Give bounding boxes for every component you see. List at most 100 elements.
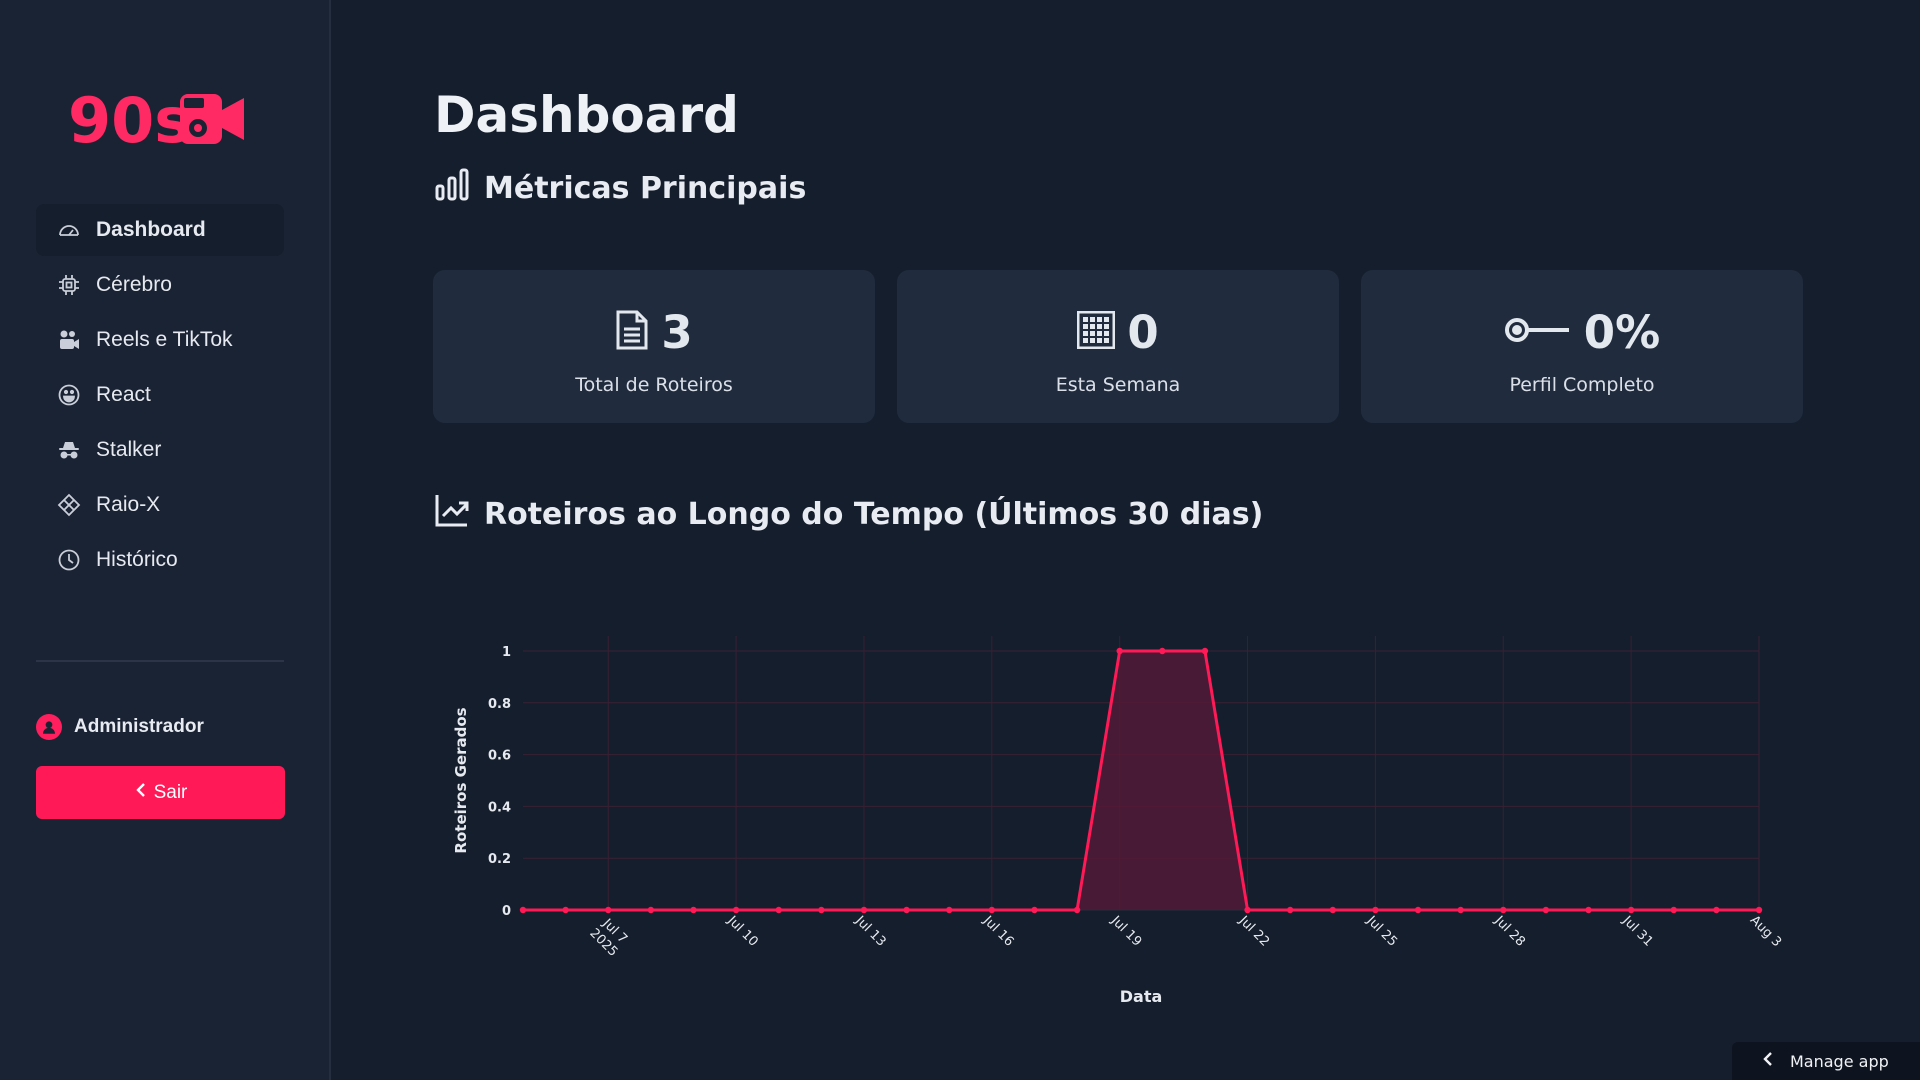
data-point — [1500, 906, 1507, 914]
data-point — [562, 906, 569, 914]
metric-card-total: 3 Total de Roteiros — [433, 270, 875, 423]
bar-chart-icon — [434, 166, 470, 210]
y-tick-label: 0.8 — [488, 697, 511, 712]
data-point — [1414, 906, 1422, 914]
data-point — [732, 906, 740, 914]
sidebar-item-label: React — [96, 383, 151, 406]
sidebar-item-historico[interactable]: Histórico — [36, 534, 284, 586]
x-tick-label: Aug 3 — [1747, 913, 1784, 950]
calendar-grid-icon — [1076, 310, 1116, 354]
sidebar-item-label: Histórico — [96, 548, 178, 571]
data-point — [1542, 906, 1550, 914]
person-circle-icon — [36, 714, 62, 740]
incognito-icon — [56, 437, 82, 463]
data-point — [1372, 906, 1379, 914]
manage-app-label: Manage app — [1790, 1051, 1889, 1071]
data-point — [775, 906, 782, 914]
sidebar-item-react[interactable]: React — [36, 369, 284, 421]
data-point — [1627, 906, 1635, 914]
data-point — [1585, 906, 1592, 914]
speedometer-icon — [56, 217, 82, 243]
sidebar-item-label: Dashboard — [96, 218, 206, 241]
metric-label: Perfil Completo — [1509, 374, 1655, 396]
y-tick-label: 1 — [502, 645, 511, 660]
x-axis-title: Data — [1120, 987, 1163, 1006]
data-point — [1116, 647, 1123, 655]
data-point — [1244, 906, 1251, 914]
x-tick-label: Jul 72025 — [586, 915, 631, 960]
sidebar-item-label: Raio-X — [96, 493, 161, 516]
camera-reels-icon — [56, 327, 82, 353]
metric-label: Total de Roteiros — [575, 374, 733, 396]
data-point — [1457, 906, 1464, 914]
sidebar-item-label: Cérebro — [96, 273, 172, 296]
metrics-title-text: Métricas Principais — [484, 170, 807, 206]
metrics-section-title: Métricas Principais — [434, 166, 806, 210]
y-axis-title: Roteiros Gerados — [452, 707, 470, 853]
metric-label: Esta Semana — [1055, 374, 1181, 396]
smiley-icon — [56, 382, 82, 408]
y-tick-label: 0.2 — [488, 852, 511, 867]
metric-value: 0 — [1127, 305, 1159, 359]
series-area — [523, 651, 1759, 910]
line-chart-icon — [434, 492, 470, 536]
data-point — [946, 906, 953, 914]
data-point — [1329, 906, 1336, 914]
data-point — [1755, 906, 1763, 914]
data-point — [1713, 906, 1720, 914]
chevron-left-icon — [1762, 1051, 1774, 1071]
document-icon — [615, 309, 649, 356]
y-tick-label: 0 — [502, 904, 511, 919]
user-name: Administrador — [74, 716, 204, 737]
scripts-over-time-chart[interactable]: 0 0.2 0.4 0.6 0.8 1 Jul 72025 Jul 10 Jul 13 Jul 1… — [430, 620, 1810, 1030]
data-point — [818, 906, 825, 914]
sidebar-item-dashboard[interactable]: Dashboard — [36, 204, 284, 256]
x-tick-label: Jul 19 — [1107, 913, 1144, 950]
cpu-icon — [56, 272, 82, 298]
chevron-left-icon — [134, 782, 148, 804]
data-point — [1670, 906, 1677, 914]
data-point — [903, 906, 910, 914]
sidebar-item-cerebro[interactable]: Cérebro — [36, 259, 284, 311]
metric-card-profile: 0% Perfil Completo — [1361, 270, 1803, 423]
sidebar-divider — [36, 660, 284, 662]
x-tick-label: Jul 25 — [1363, 913, 1400, 950]
sidebar-item-raio-x[interactable]: Raio-X — [36, 479, 284, 531]
y-tick-label: 0.6 — [488, 749, 511, 764]
page-title: Dashboard — [434, 86, 739, 144]
sidebar-item-label: Reels e TikTok — [96, 328, 233, 351]
chart-title-text: Roteiros ao Longo do Tempo (Últimos 30 d… — [484, 496, 1264, 532]
chart-section-title: Roteiros ao Longo do Tempo (Últimos 30 d… — [434, 492, 1263, 536]
data-point — [519, 906, 527, 914]
sidebar-item-stalker[interactable]: Stalker — [36, 424, 284, 476]
metric-value: 3 — [661, 305, 693, 359]
data-point — [1031, 906, 1038, 914]
data-point — [1073, 906, 1081, 914]
key-icon — [1504, 315, 1572, 350]
user-info: Administrador — [36, 714, 204, 740]
logo-text: 90s — [68, 86, 191, 156]
logout-button[interactable]: Sair — [36, 766, 285, 819]
sidebar-item-reels[interactable]: Reels e TikTok — [36, 314, 284, 366]
clock-icon — [56, 547, 82, 573]
data-point — [860, 906, 868, 914]
data-point — [605, 906, 612, 914]
diamond-grid-icon — [56, 492, 82, 518]
data-point — [1201, 647, 1209, 655]
data-point — [1286, 906, 1294, 914]
sidebar: 90s Dashboard Cérebro Reels e TikTok Rea… — [0, 0, 331, 1080]
app-logo[interactable]: 90s — [68, 84, 248, 157]
x-tick-label: Jul 28 — [1491, 913, 1528, 950]
x-tick-label: Jul 13 — [852, 913, 889, 950]
data-point — [1159, 647, 1166, 655]
y-tick-label: 0.4 — [488, 800, 511, 815]
data-point — [988, 906, 996, 914]
metric-card-week: 0 Esta Semana — [897, 270, 1339, 423]
data-point — [647, 906, 655, 914]
data-point — [690, 906, 697, 914]
x-tick-label: Jul 16 — [979, 913, 1016, 950]
x-tick-label: Jul 22 — [1235, 913, 1272, 950]
manage-app-button[interactable]: Manage app — [1732, 1042, 1920, 1080]
x-tick-label: Jul 10 — [724, 913, 761, 950]
metric-value: 0% — [1583, 305, 1661, 359]
